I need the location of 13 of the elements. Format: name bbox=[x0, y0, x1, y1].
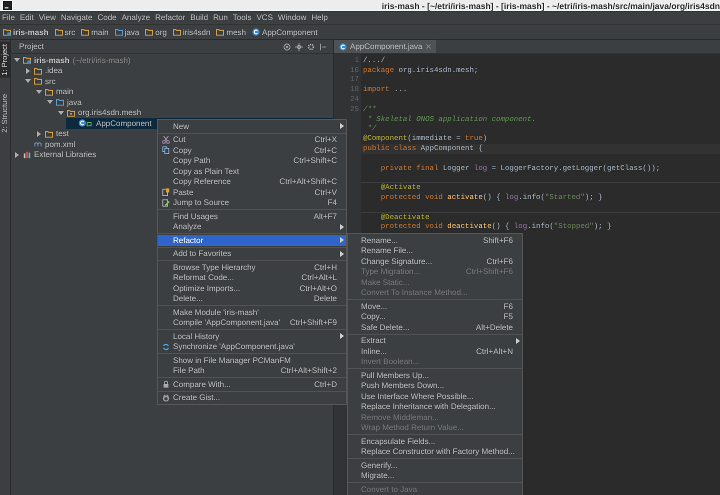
tree-item-label: External Libraries bbox=[34, 150, 96, 160]
tree-item-label: .idea bbox=[45, 66, 62, 76]
tab-label: AppComponent.java bbox=[350, 42, 422, 51]
tree-item-label: src bbox=[45, 76, 56, 86]
tree-item-label: org.iris4sdn.mesh bbox=[78, 108, 142, 118]
tree-item-path: (~/etri/iris-mash) bbox=[72, 56, 131, 65]
tree-item-label: main bbox=[56, 87, 74, 96]
tree-item-label: pom.xml bbox=[45, 140, 76, 149]
window-title: iris-mash - [~/etri/iris-mash] - [iris-mash] - ~/etri/iris-mash/src/main/java/org/iris4sdn bbox=[382, 0, 720, 10]
tree-item-label: AppComponent bbox=[96, 118, 152, 128]
tree-item-label: iris-mash bbox=[34, 56, 70, 65]
tree-item-label: java bbox=[67, 98, 82, 107]
tree-item-label: test bbox=[56, 129, 69, 138]
